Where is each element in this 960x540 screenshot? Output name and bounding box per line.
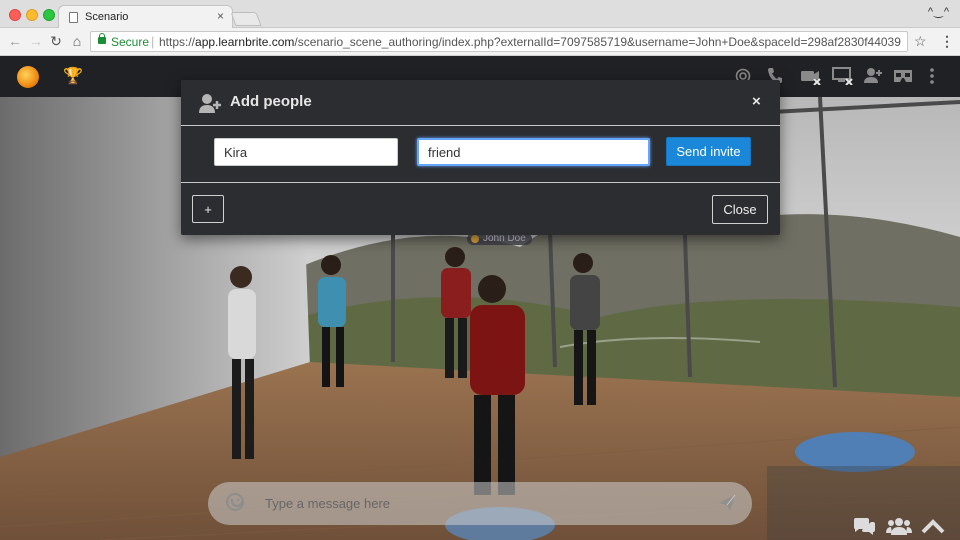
add-row-button[interactable]: +	[192, 195, 224, 223]
modal-title: Add people	[230, 93, 312, 110]
tab-close-button[interactable]: ×	[217, 9, 224, 23]
maximize-window-button[interactable]	[43, 9, 55, 21]
video-off-icon[interactable]	[800, 68, 822, 85]
chevron-up-icon[interactable]	[921, 518, 945, 534]
chat-bubbles-icon[interactable]	[852, 516, 876, 536]
invite-message-input[interactable]	[417, 138, 650, 166]
url-path: /scenario_scene_authoring/index.php?exte…	[294, 35, 901, 49]
forward-arrow-icon[interactable]: →	[27, 32, 45, 50]
browser-toolbar: ← → ↻ ⌂ Secure | https://app.learnbrite.…	[0, 28, 960, 56]
secure-label: Secure	[111, 35, 150, 49]
tab-title: Scenario	[85, 11, 129, 23]
back-arrow-icon[interactable]: ←	[6, 32, 24, 50]
learnbrite-logo[interactable]	[17, 66, 39, 88]
address-bar[interactable]: Secure | https://app.learnbrite.com/scen…	[90, 31, 908, 52]
invitee-name-input[interactable]	[214, 138, 398, 166]
trophy-icon[interactable]: 🏆	[63, 66, 83, 86]
reload-icon[interactable]: ↻	[47, 32, 65, 50]
lock-icon	[98, 33, 106, 44]
send-message-icon[interactable]	[718, 494, 736, 512]
chat-bar	[208, 482, 752, 525]
url-separator: |	[151, 34, 155, 49]
url-scheme: https://	[159, 35, 196, 49]
participants-icon[interactable]	[886, 516, 912, 536]
send-invite-button[interactable]: Send invite	[666, 137, 751, 166]
close-button[interactable]: Close	[712, 195, 768, 224]
emoji-icon[interactable]	[226, 493, 244, 511]
screen-share-off-icon[interactable]	[832, 67, 854, 85]
url-host: app.learnbrite.com	[195, 35, 295, 49]
browser-menu-icon[interactable]: ⋮	[940, 33, 954, 50]
more-menu-icon[interactable]	[929, 68, 935, 84]
minimize-window-button[interactable]	[26, 9, 38, 21]
new-tab-button[interactable]	[230, 12, 262, 26]
add-people-modal: Add people × Send invite + Close	[181, 80, 780, 235]
add-user-icon	[199, 94, 221, 113]
url-text[interactable]: https://app.learnbrite.com/scenario_scen…	[159, 35, 901, 49]
home-icon[interactable]: ⌂	[68, 32, 86, 50]
chat-message-input[interactable]	[258, 488, 698, 519]
modal-divider	[181, 182, 780, 183]
window-controls[interactable]: ^‿^	[928, 5, 950, 18]
browser-tab[interactable]: Scenario ×	[58, 5, 233, 29]
add-user-icon[interactable]	[863, 67, 883, 84]
close-icon[interactable]: ×	[752, 93, 761, 110]
bookmark-star-icon[interactable]: ☆	[914, 33, 927, 50]
close-window-button[interactable]	[9, 9, 21, 21]
browser-tab-bar: Scenario × ^‿^	[0, 0, 960, 29]
document-icon	[69, 12, 78, 23]
vr-headset-icon[interactable]	[893, 69, 913, 83]
modal-header: Add people ×	[181, 80, 780, 126]
